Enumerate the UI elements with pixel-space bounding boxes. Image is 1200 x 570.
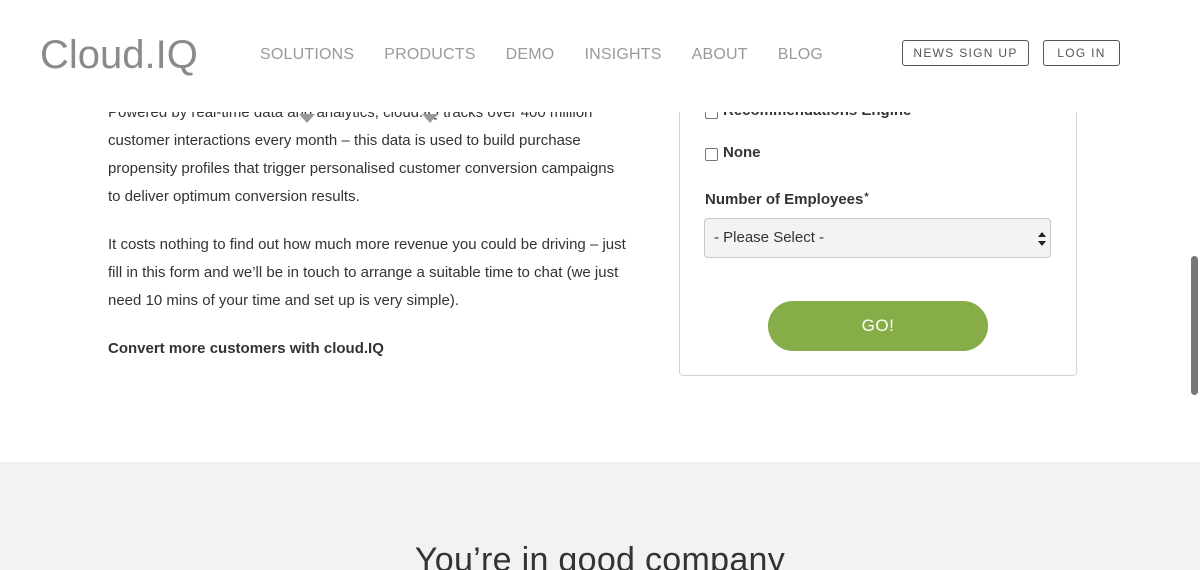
dropdown-caret-icon — [299, 114, 316, 123]
nav-label: SOLUTIONS — [260, 46, 355, 63]
go-button[interactable]: GO! — [768, 301, 988, 351]
site-header: Cloud.IQ SOLUTIONS PRODUCTS DEMO INSIGHT… — [0, 0, 1200, 123]
nav-label: DEMO — [505, 46, 555, 63]
clients-section: You’re in good company — [0, 462, 1200, 570]
news-signup-button[interactable]: NEWS SIGN UP — [902, 40, 1029, 66]
employees-label: Number of Employees* — [705, 191, 869, 208]
intro-paragraph-2: It costs nothing to find out how much mo… — [108, 236, 626, 309]
nav-label: ABOUT — [691, 46, 748, 63]
clients-section-title: You’re in good company — [414, 541, 786, 570]
logo-text: Cloud.IQ — [40, 33, 198, 77]
nav-solutions[interactable]: SOLUTIONS — [260, 44, 355, 123]
option-label: None — [723, 144, 761, 161]
employees-select[interactable]: - Please Select - — [704, 218, 1051, 258]
employees-select-value: - Please Select - — [714, 229, 825, 246]
checkbox-none[interactable] — [705, 147, 718, 161]
required-marker: * — [864, 191, 869, 203]
nav-about[interactable]: ABOUT — [692, 44, 748, 66]
cloudiq-logo[interactable]: Cloud.IQ — [40, 30, 222, 78]
intro-tagline: Convert more customers with cloud.IQ — [108, 340, 384, 357]
nav-label: INSIGHTS — [584, 46, 662, 63]
cloudiq-logo-mark: Cloud.IQ — [40, 33, 198, 77]
nav-insights[interactable]: INSIGHTS — [584, 44, 661, 66]
page: Powered by real-time data and analytics,… — [0, 0, 1200, 570]
option-none[interactable]: None — [705, 144, 761, 161]
intro-copy: Powered by real-time data and analytics,… — [108, 99, 628, 383]
login-button[interactable]: LOG IN — [1043, 40, 1120, 66]
page-scrollbar[interactable] — [1191, 256, 1198, 395]
employees-label-text: Number of Employees — [705, 191, 864, 208]
nav-label: PRODUCTS — [384, 46, 476, 63]
nav-blog[interactable]: BLOG — [778, 44, 823, 66]
select-arrows-icon — [1038, 232, 1046, 246]
main-nav: SOLUTIONS PRODUCTS DEMO INSIGHTS ABOUT B… — [260, 44, 823, 123]
nav-label: BLOG — [777, 46, 824, 63]
intro-paragraph-1: Powered by real-time data and analytics,… — [108, 104, 615, 205]
nav-products[interactable]: PRODUCTS — [384, 44, 476, 123]
nav-demo[interactable]: DEMO — [506, 44, 555, 66]
dropdown-caret-icon — [421, 114, 438, 123]
